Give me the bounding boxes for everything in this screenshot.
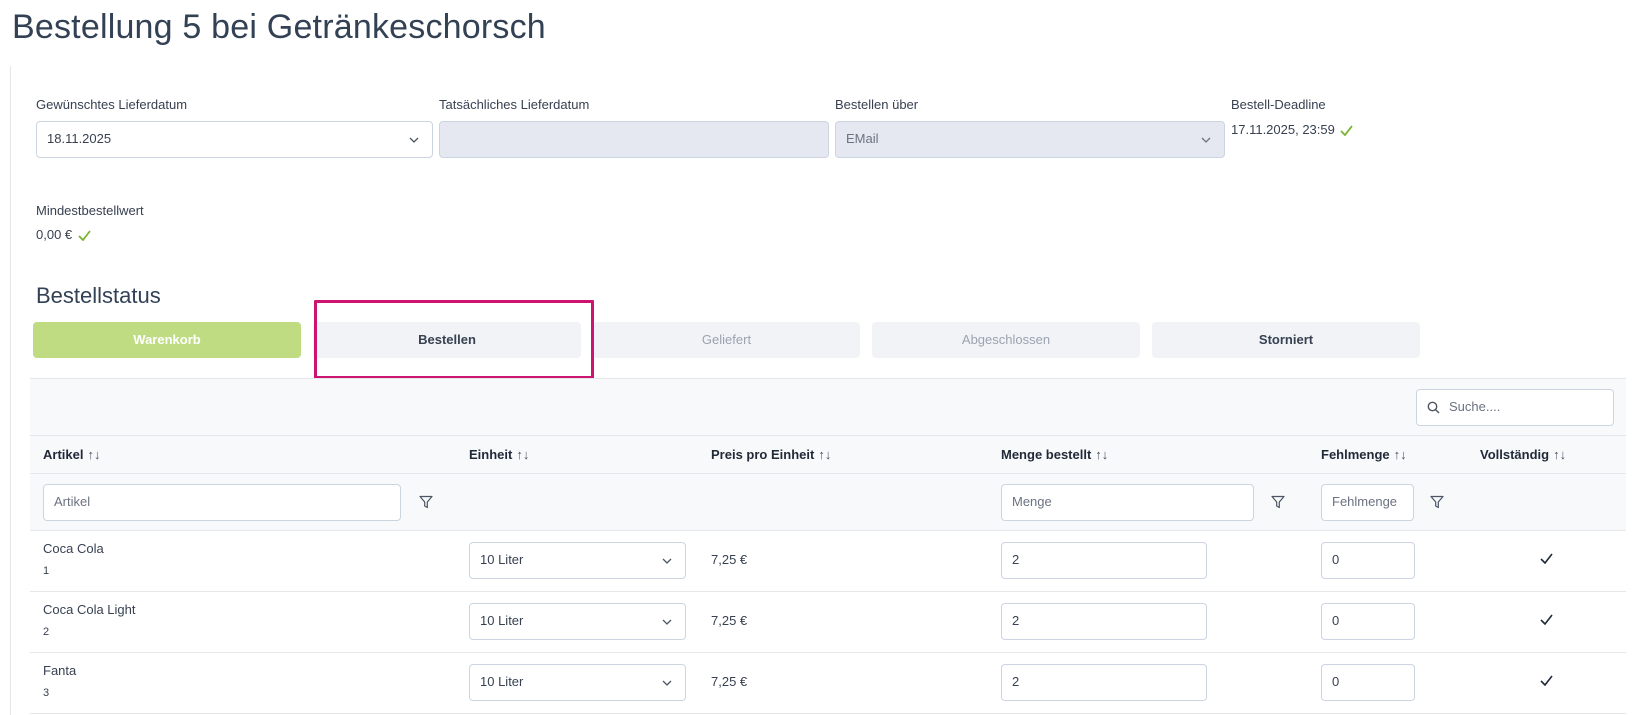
quantity-value: 2 — [1012, 552, 1020, 567]
price-value: 7,25 € — [711, 674, 748, 689]
chevron-down-icon — [409, 137, 419, 143]
filter-icon[interactable] — [1271, 495, 1285, 509]
quantity-input[interactable]: 2 — [1001, 542, 1207, 579]
min-order-label: Mindestbestellwert — [36, 203, 144, 218]
chevron-down-icon — [662, 680, 672, 686]
check-icon — [78, 230, 91, 242]
table-row: Coca Cola Light 2 10 Liter 7,25 € 2 0 — [30, 592, 1626, 653]
unit-select[interactable]: 10 Liter — [469, 603, 686, 640]
search-icon — [1427, 401, 1440, 414]
price-value: 7,25 € — [711, 613, 748, 628]
col-menge-label: Menge bestellt — [1001, 447, 1092, 462]
status-step-abgeschlossen: Abgeschlossen — [872, 322, 1140, 358]
missing-input[interactable]: 0 — [1321, 542, 1415, 579]
col-einheit[interactable]: Einheit ↑↓ — [469, 447, 529, 462]
missing-input[interactable]: 0 — [1321, 664, 1415, 701]
missing-value: 0 — [1332, 613, 1340, 628]
quantity-value: 2 — [1012, 613, 1020, 628]
col-fehlmenge[interactable]: Fehlmenge ↑↓ — [1321, 447, 1407, 462]
desired-date-select[interactable]: 18.11.2025 — [36, 121, 433, 158]
col-fehlmenge-label: Fehlmenge — [1321, 447, 1390, 462]
chevron-down-icon — [1201, 137, 1211, 143]
deadline-value-wrap: 17.11.2025, 23:59 — [1231, 122, 1354, 137]
filter-menge-placeholder: Menge — [1012, 494, 1052, 509]
search-placeholder: Suche.... — [1449, 399, 1501, 414]
sort-icon: ↑↓ — [1095, 447, 1109, 462]
check-icon — [1540, 553, 1553, 564]
col-artikel[interactable]: Artikel ↑↓ — [43, 447, 100, 462]
col-vollstaendig[interactable]: Vollständig ↑↓ — [1480, 447, 1566, 462]
article-id: 2 — [43, 626, 50, 638]
col-einheit-label: Einheit — [469, 447, 513, 462]
col-preis-label: Preis pro Einheit — [711, 447, 815, 462]
article-id: 3 — [43, 687, 50, 699]
col-artikel-label: Artikel — [43, 447, 84, 462]
desired-date-value: 18.11.2025 — [47, 131, 112, 146]
check-icon — [1540, 675, 1553, 686]
sort-icon: ↑↓ — [516, 447, 530, 462]
sort-icon: ↑↓ — [1393, 447, 1407, 462]
chevron-down-icon — [662, 558, 672, 564]
article-name: Fanta — [43, 663, 77, 678]
status-step-bestellen[interactable]: Bestellen — [313, 322, 581, 358]
table-toolbar: Suche.... — [30, 379, 1626, 436]
search-input[interactable]: Suche.... — [1416, 389, 1614, 426]
quantity-value: 2 — [1012, 674, 1020, 689]
order-via-value: EMail — [846, 131, 879, 146]
quantity-input[interactable]: 2 — [1001, 664, 1207, 701]
sort-icon: ↑↓ — [1553, 447, 1567, 462]
price-value: 7,25 € — [711, 552, 748, 567]
check-icon — [1340, 125, 1354, 137]
unit-select[interactable]: 10 Liter — [469, 664, 686, 701]
article-name: Coca Cola Light — [43, 602, 136, 617]
order-items-table: Suche.... Artikel ↑↓ Einheit ↑↓ Preis pro … — [30, 378, 1626, 715]
unit-select[interactable]: 10 Liter — [469, 542, 686, 579]
filter-row: Artikel Menge Fehlmenge — [30, 474, 1626, 531]
status-step-warenkorb[interactable]: Warenkorb — [33, 322, 301, 358]
filter-icon[interactable] — [419, 495, 433, 509]
sort-icon: ↑↓ — [818, 447, 832, 462]
filter-artikel-input[interactable]: Artikel — [43, 484, 401, 521]
table-header: Artikel ↑↓ Einheit ↑↓ Preis pro Einheit ↑↓ … — [30, 436, 1626, 474]
article-id: 1 — [43, 565, 50, 577]
quantity-input[interactable]: 2 — [1001, 603, 1207, 640]
filter-menge-input[interactable]: Menge — [1001, 484, 1254, 521]
missing-input[interactable]: 0 — [1321, 603, 1415, 640]
unit-value: 10 Liter — [480, 613, 524, 628]
col-preis[interactable]: Preis pro Einheit ↑↓ — [711, 447, 831, 462]
filter-fehlmenge-placeholder: Fehlmenge — [1332, 494, 1398, 509]
filter-artikel-placeholder: Artikel — [54, 494, 91, 509]
table-row: Fanta 3 10 Liter 7,25 € 2 0 — [30, 653, 1626, 714]
filter-fehlmenge-input[interactable]: Fehlmenge — [1321, 484, 1414, 521]
min-order-value: 0,00 € — [36, 227, 73, 242]
missing-value: 0 — [1332, 552, 1340, 567]
filter-icon[interactable] — [1430, 495, 1444, 509]
deadline-value: 17.11.2025, 23:59 — [1231, 122, 1335, 137]
missing-value: 0 — [1332, 674, 1340, 689]
article-name: Coca Cola — [43, 541, 104, 556]
page-title: Bestellung 5 bei Getränkeschorsch — [12, 8, 546, 46]
col-vollstaendig-label: Vollständig — [1480, 447, 1550, 462]
desired-date-label: Gewünschtes Lieferdatum — [36, 97, 188, 112]
status-section-title: Bestellstatus — [36, 283, 161, 308]
col-menge[interactable]: Menge bestellt ↑↓ — [1001, 447, 1108, 462]
table-row: Coca Cola 1 10 Liter 7,25 € 2 0 — [30, 531, 1626, 592]
status-step-geliefert: Geliefert — [593, 322, 860, 358]
actual-date-field — [439, 121, 829, 158]
check-icon — [1540, 614, 1553, 625]
order-via-label: Bestellen über — [835, 97, 919, 112]
status-step-storniert[interactable]: Storniert — [1152, 322, 1420, 358]
order-via-select: EMail — [835, 121, 1225, 158]
unit-value: 10 Liter — [480, 552, 524, 567]
deadline-label: Bestell-Deadline — [1231, 97, 1326, 112]
min-order-value-wrap: 0,00 € — [36, 227, 91, 242]
unit-value: 10 Liter — [480, 674, 524, 689]
actual-date-label: Tatsächliches Lieferdatum — [439, 97, 590, 112]
chevron-down-icon — [662, 619, 672, 625]
sort-icon: ↑↓ — [87, 447, 101, 462]
